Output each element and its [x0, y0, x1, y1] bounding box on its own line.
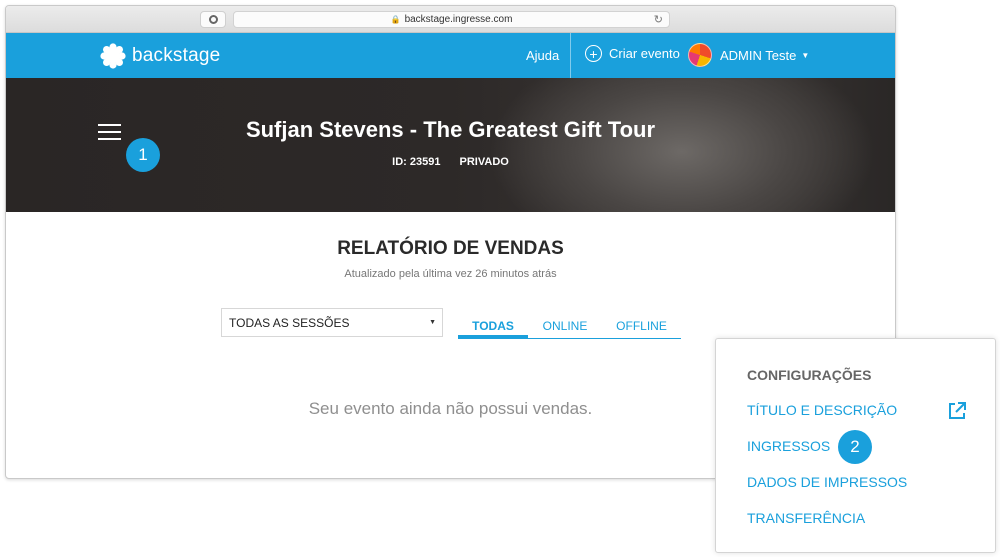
reload-icon[interactable]: ↻ — [654, 13, 663, 26]
browser-toolbar: 🔒 backstage.ingresse.com ↻ — [6, 6, 895, 33]
external-link-icon[interactable] — [947, 401, 967, 421]
tab-online[interactable]: ONLINE — [528, 318, 602, 338]
event-hero: 1 Sufjan Stevens - The Greatest Gift Tou… — [6, 78, 895, 212]
event-title: Sufjan Stevens - The Greatest Gift Tour — [245, 117, 656, 142]
event-meta: ID: 23591 PRIVADO — [6, 156, 895, 168]
avatar — [688, 43, 712, 67]
tab-todas[interactable]: TODAS — [458, 318, 528, 338]
report-updated: Atualizado pela última vez 26 minutos at… — [344, 268, 557, 280]
user-name: ADMIN Teste — [720, 47, 797, 63]
config-heading: CONFIGURAÇÕES — [747, 367, 872, 383]
plus-circle-icon: + — [585, 45, 602, 62]
create-event-button[interactable]: + Criar evento — [585, 45, 680, 62]
session-select[interactable]: TODAS AS SESSÕES ▼ — [221, 308, 443, 337]
top-navbar: backstage Ajuda + Criar evento ADMIN Tes… — [6, 33, 895, 78]
tab-offline[interactable]: OFFLINE — [602, 318, 681, 338]
url-text: backstage.ingresse.com — [404, 14, 513, 25]
report-title: RELATÓRIO DE VENDAS — [337, 238, 564, 259]
config-panel: CONFIGURAÇÕES TÍTULO E DESCRIÇÃO INGRESS… — [715, 338, 996, 553]
address-bar[interactable]: 🔒 backstage.ingresse.com ↻ — [233, 11, 670, 28]
caret-down-icon: ▼ — [801, 50, 810, 60]
sales-tabs: TODAS ONLINE OFFLINE — [458, 318, 681, 339]
nav-divider — [570, 33, 571, 78]
session-select-value: TODAS AS SESSÕES — [229, 315, 350, 330]
create-event-label: Criar evento — [609, 46, 680, 61]
lock-icon: 🔒 — [390, 15, 401, 24]
event-id: ID: 23591 — [392, 156, 441, 168]
extension-button[interactable] — [200, 11, 226, 28]
config-item-title-description[interactable]: TÍTULO E DESCRIÇÃO — [747, 402, 897, 418]
event-visibility: PRIVADO — [459, 156, 509, 168]
help-link[interactable]: Ajuda — [526, 48, 559, 63]
config-item-tickets[interactable]: INGRESSOS — [747, 438, 830, 454]
extension-icon — [208, 15, 218, 24]
config-item-transfer[interactable]: TRANSFERÊNCIA — [747, 510, 865, 526]
callout-badge-2: 2 — [838, 430, 872, 464]
dropdown-arrow-icon: ▼ — [429, 319, 436, 326]
config-item-print-data[interactable]: DADOS DE IMPRESSOS — [747, 474, 907, 490]
brand-name: backstage — [132, 45, 221, 66]
gear-logo-icon — [100, 43, 126, 69]
user-menu[interactable]: ADMIN Teste ▼ — [688, 43, 809, 67]
brand-logo[interactable]: backstage — [100, 43, 220, 69]
